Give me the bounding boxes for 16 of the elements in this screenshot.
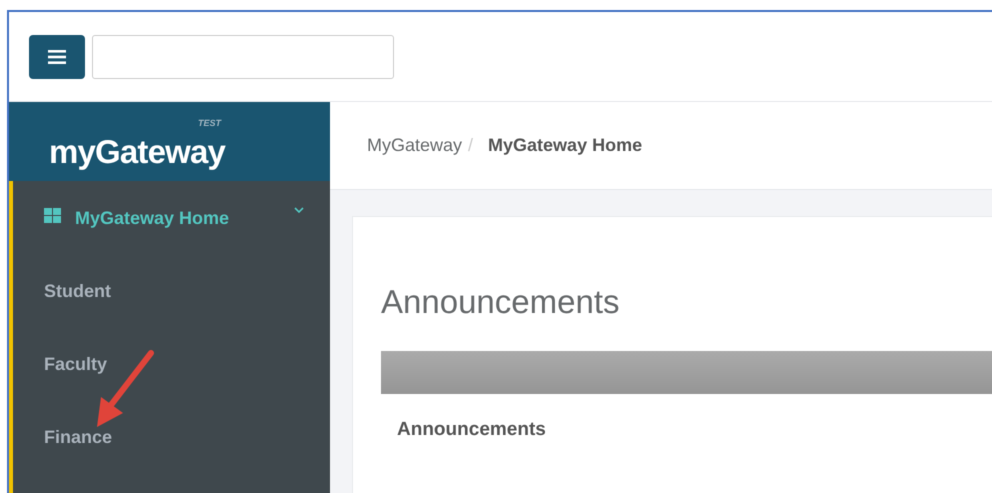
sidebar-item[interactable]: Student <box>13 274 330 347</box>
panel-heading: Announcements <box>396 418 547 442</box>
menu-icon <box>48 50 66 64</box>
grid-icon <box>44 208 61 223</box>
search-field[interactable] <box>92 34 394 78</box>
breadcrumb-item[interactable]: MyGateway <box>367 132 462 159</box>
menu-button[interactable] <box>29 34 85 78</box>
page-title: Announcements <box>381 282 620 322</box>
sidebar-item[interactable]: Faculty <box>13 347 330 420</box>
chevron-icon <box>294 207 304 213</box>
sidebar-item[interactable]: Finance <box>13 420 330 493</box>
test-label: TEST <box>198 116 222 130</box>
logo-text: myGateway <box>49 132 226 170</box>
sidebar-item[interactable]: MyGateway Home <box>13 201 330 274</box>
breadcrumb-item: MyGateway Home <box>488 134 642 157</box>
breadcrumb-separator: / <box>467 134 474 157</box>
